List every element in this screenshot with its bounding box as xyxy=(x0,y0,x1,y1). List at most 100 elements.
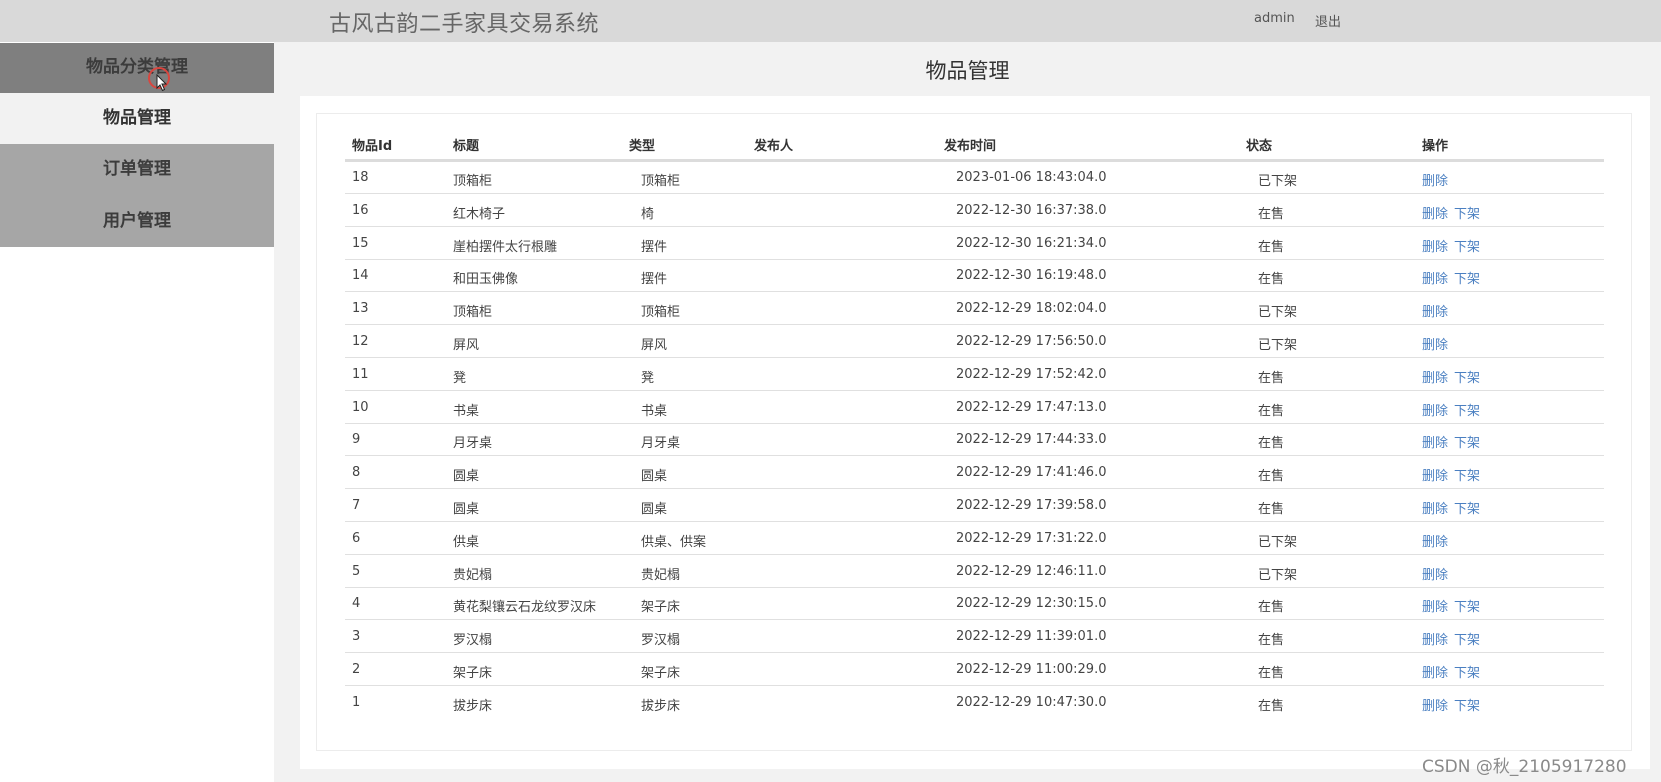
row-divider xyxy=(345,324,1604,325)
cell-status: 在售 xyxy=(1258,502,1285,517)
cell-title: 供桌 xyxy=(453,535,480,550)
row-divider xyxy=(345,455,1604,456)
cell-status: 在售 xyxy=(1258,666,1285,681)
cell-id: 14 xyxy=(352,268,369,283)
cell-status: 在售 xyxy=(1258,633,1285,648)
cell-status: 在售 xyxy=(1258,272,1285,287)
cell-type: 椅 xyxy=(641,207,655,222)
cell-title: 崖柏摆件太行根雕 xyxy=(453,240,558,255)
cell-publish-time: 2022-12-30 16:37:38.0 xyxy=(956,203,1107,218)
take-down-link[interactable]: 下架 xyxy=(1454,268,1480,287)
take-down-link[interactable]: 下架 xyxy=(1454,498,1480,517)
take-down-link[interactable]: 下架 xyxy=(1454,695,1480,714)
cell-title: 圆桌 xyxy=(453,502,480,517)
cell-title: 书桌 xyxy=(453,404,480,419)
cell-id: 18 xyxy=(352,170,369,185)
delete-link[interactable]: 删除 xyxy=(1422,498,1448,517)
mouse-cursor-icon xyxy=(156,74,168,92)
take-down-link[interactable]: 下架 xyxy=(1454,432,1480,451)
delete-link[interactable]: 删除 xyxy=(1422,465,1448,484)
row-divider xyxy=(345,587,1604,588)
delete-link[interactable]: 删除 xyxy=(1422,268,1448,287)
cell-publish-time: 2023-01-06 18:43:04.0 xyxy=(956,170,1107,185)
cell-title: 贵妃榻 xyxy=(453,568,493,583)
cell-publish-time: 2022-12-29 17:41:46.0 xyxy=(956,465,1107,480)
cell-type: 架子床 xyxy=(641,600,681,615)
cell-status: 在售 xyxy=(1258,240,1285,255)
cell-status: 已下架 xyxy=(1258,305,1298,320)
cell-status: 在售 xyxy=(1258,436,1285,451)
delete-link[interactable]: 删除 xyxy=(1422,236,1448,255)
row-divider xyxy=(345,652,1604,653)
row-divider xyxy=(345,291,1604,292)
cell-type: 贵妃榻 xyxy=(641,568,681,583)
cell-id: 5 xyxy=(352,564,361,579)
take-down-link[interactable]: 下架 xyxy=(1454,367,1480,386)
delete-link[interactable]: 删除 xyxy=(1422,301,1448,320)
cell-status: 已下架 xyxy=(1258,174,1298,189)
row-divider xyxy=(345,193,1604,194)
cell-publish-time: 2022-12-29 17:47:13.0 xyxy=(956,400,1107,415)
sidebar-item-category-management[interactable]: 物品分类管理 xyxy=(0,43,274,93)
cell-type: 书桌 xyxy=(641,404,668,419)
delete-link[interactable]: 删除 xyxy=(1422,432,1448,451)
row-divider xyxy=(345,554,1604,555)
delete-link[interactable]: 删除 xyxy=(1422,596,1448,615)
cell-title: 屏风 xyxy=(453,338,480,353)
app-title: 古风古韵二手家具交易系统 xyxy=(329,12,600,37)
delete-link[interactable]: 删除 xyxy=(1422,531,1448,550)
watermark: CSDN @秋_2105917280 xyxy=(1422,757,1627,777)
cell-publish-time: 2022-12-29 17:31:22.0 xyxy=(956,531,1107,546)
delete-link[interactable]: 删除 xyxy=(1422,695,1448,714)
take-down-link[interactable]: 下架 xyxy=(1454,400,1480,419)
sidebar-item-order-management[interactable]: 订单管理 xyxy=(0,144,274,195)
take-down-link[interactable]: 下架 xyxy=(1454,662,1480,681)
delete-link[interactable]: 删除 xyxy=(1422,564,1448,583)
delete-link[interactable]: 删除 xyxy=(1422,367,1448,386)
cell-title: 圆桌 xyxy=(453,469,480,484)
cell-title: 凳 xyxy=(453,371,467,386)
cell-type: 供桌、供案 xyxy=(641,535,707,550)
delete-link[interactable]: 删除 xyxy=(1422,334,1448,353)
cell-status: 已下架 xyxy=(1258,338,1298,353)
cell-type: 圆桌 xyxy=(641,469,668,484)
take-down-link[interactable]: 下架 xyxy=(1454,596,1480,615)
cell-status: 在售 xyxy=(1258,207,1285,222)
take-down-link[interactable]: 下架 xyxy=(1454,465,1480,484)
cell-title: 月牙桌 xyxy=(453,436,493,451)
delete-link[interactable]: 删除 xyxy=(1422,170,1448,189)
cell-id: 3 xyxy=(352,629,361,644)
cell-status: 在售 xyxy=(1258,699,1285,714)
sidebar-item-item-management[interactable]: 物品管理 xyxy=(0,93,274,144)
delete-link[interactable]: 删除 xyxy=(1422,662,1448,681)
cell-type: 罗汉榻 xyxy=(641,633,681,648)
take-down-link[interactable]: 下架 xyxy=(1454,236,1480,255)
page-title: 物品管理 xyxy=(925,59,1010,83)
row-divider xyxy=(345,357,1604,358)
row-divider xyxy=(345,259,1604,260)
cell-id: 7 xyxy=(352,498,361,513)
cell-id: 8 xyxy=(352,465,361,480)
column-header-status: 状态 xyxy=(1246,139,1273,154)
logout-link[interactable]: 退出 xyxy=(1315,11,1341,30)
delete-link[interactable]: 删除 xyxy=(1422,629,1448,648)
take-down-link[interactable]: 下架 xyxy=(1454,629,1480,648)
cell-id: 11 xyxy=(352,367,369,382)
cell-title: 拔步床 xyxy=(453,699,493,714)
cell-publish-time: 2022-12-29 17:56:50.0 xyxy=(956,334,1107,349)
cell-type: 顶箱柜 xyxy=(641,174,681,189)
cell-id: 10 xyxy=(352,400,369,415)
cell-type: 屏风 xyxy=(641,338,668,353)
sidebar-item-user-management[interactable]: 用户管理 xyxy=(0,195,274,247)
column-header-publish-time: 发布时间 xyxy=(944,139,997,154)
cell-id: 2 xyxy=(352,662,361,677)
delete-link[interactable]: 删除 xyxy=(1422,400,1448,419)
cell-id: 12 xyxy=(352,334,369,349)
column-header-publisher: 发布人 xyxy=(754,139,794,154)
cell-type: 摆件 xyxy=(641,272,668,287)
cell-publish-time: 2022-12-29 12:46:11.0 xyxy=(956,564,1107,579)
cell-publish-time: 2022-12-29 17:52:42.0 xyxy=(956,367,1107,382)
delete-link[interactable]: 删除 xyxy=(1422,203,1448,222)
take-down-link[interactable]: 下架 xyxy=(1454,203,1480,222)
current-user[interactable]: admin xyxy=(1254,11,1295,26)
